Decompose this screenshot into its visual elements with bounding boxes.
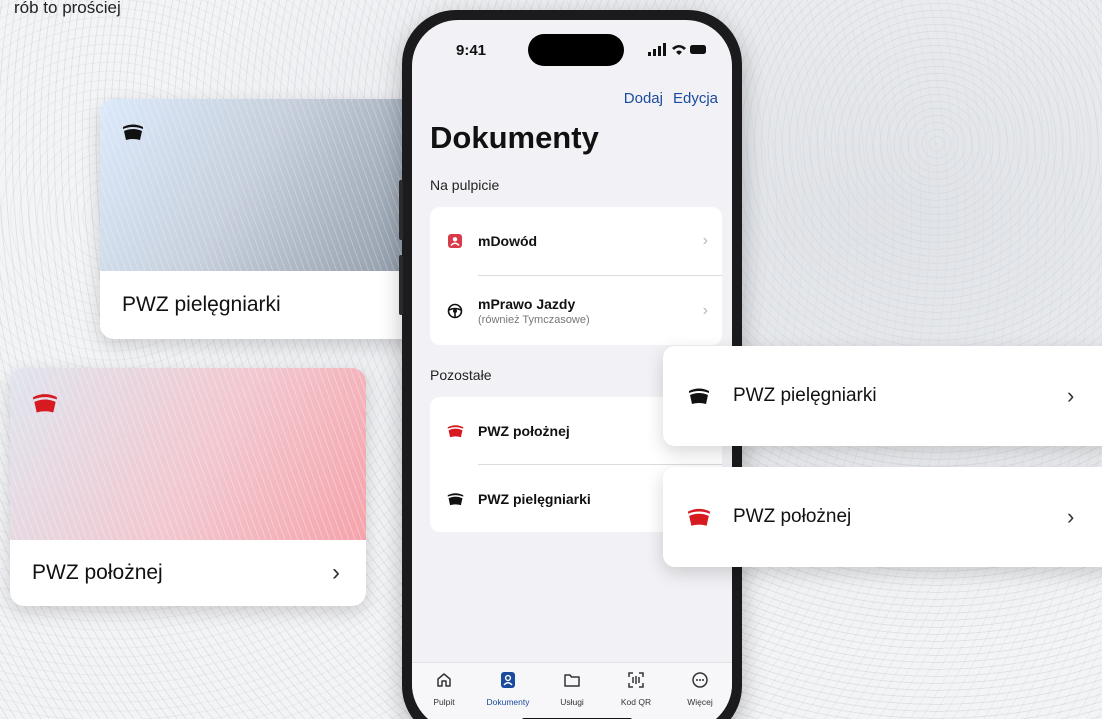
document-title: mPrawo Jazdy [478, 295, 576, 312]
floating-card-label: PWZ położnej [733, 506, 852, 527]
qr-scan-icon [627, 671, 645, 694]
tab-bar: Pulpit Dokumenty Usługi Kod QR Więcej [412, 662, 732, 719]
top-actions: Dodaj Edycja [624, 90, 718, 107]
documents-icon [499, 671, 517, 694]
status-icons [648, 43, 708, 62]
floating-card-pwz-poloznej[interactable]: PWZ położnej › [663, 467, 1102, 567]
tab-uslugi[interactable]: Usługi [544, 671, 600, 719]
nurse-card-label: PWZ pielęgniarki [122, 293, 281, 316]
tagline: rób to prościej [0, 0, 121, 18]
document-title: mDowód [478, 233, 538, 249]
midwife-card-footer: PWZ położnej › [10, 540, 366, 606]
midwife-license-card[interactable]: PWZ położnej › [10, 368, 366, 606]
home-icon [435, 671, 453, 694]
tab-label: Dokumenty [486, 697, 530, 707]
section-label-other: Pozostałe [430, 367, 492, 383]
chevron-right-icon: › [702, 301, 708, 319]
chevron-right-icon: › [1067, 383, 1075, 408]
chevron-right-icon[interactable]: › [332, 559, 340, 587]
tab-wiecej[interactable]: Więcej [672, 671, 728, 719]
cap-red-icon [446, 422, 464, 440]
folder-icon [563, 671, 581, 694]
id-card-icon [446, 232, 464, 250]
nurse-license-card[interactable]: PWZ pielęgniarki [100, 99, 430, 339]
cap-black-icon [446, 490, 464, 508]
cap-black-icon [122, 123, 144, 146]
floating-card-pwz-pielegniarki[interactable]: PWZ pielęgniarki › [663, 346, 1102, 446]
add-button[interactable]: Dodaj [624, 90, 663, 107]
tab-dokumenty[interactable]: Dokumenty [480, 671, 536, 719]
document-title: PWZ pielęgniarki [478, 490, 591, 507]
edit-button[interactable]: Edycja [673, 90, 718, 107]
phone-side-button [399, 180, 403, 240]
dynamic-island [528, 34, 624, 66]
tab-label: Pulpit [433, 697, 455, 707]
tab-label: Usługi [560, 697, 584, 707]
midwife-card-artwork [10, 368, 366, 540]
cap-red-icon [32, 392, 58, 419]
tab-label: Kod QR [620, 697, 652, 707]
cap-red-icon [687, 507, 711, 527]
cap-black-icon [687, 387, 711, 405]
section-label-desktop: Na pulpicie [430, 177, 500, 193]
desktop-documents-group: mDowód › mPrawo Jazdy (również Tymczasow… [430, 207, 722, 345]
status-time: 9:41 [456, 42, 487, 59]
chevron-right-icon: › [1067, 504, 1075, 529]
document-subtitle: (również Tymczasowe) [478, 313, 590, 326]
steering-wheel-icon [446, 302, 464, 320]
page-title: Dokumenty [430, 120, 599, 155]
more-icon [691, 671, 709, 694]
phone-side-button [399, 255, 403, 315]
floating-card-label: PWZ pielęgniarki [733, 385, 877, 406]
nurse-card-footer: PWZ pielęgniarki [100, 271, 430, 339]
document-title: PWZ położnej [478, 422, 570, 439]
status-bar: 9:41 [412, 20, 732, 72]
tab-label: Więcej [687, 697, 713, 707]
tagline-text: rób to prościej [14, 0, 121, 17]
tab-pulpit[interactable]: Pulpit [416, 671, 472, 719]
chevron-right-icon: › [702, 232, 708, 249]
document-row-mdowod[interactable]: mDowód › [430, 207, 722, 275]
midwife-card-label: PWZ położnej [32, 561, 163, 584]
tab-kod-qr[interactable]: Kod QR [608, 671, 664, 719]
document-row-mprawo-jazdy[interactable]: mPrawo Jazdy (również Tymczasowe) › [430, 276, 722, 345]
nurse-card-artwork [100, 99, 430, 271]
